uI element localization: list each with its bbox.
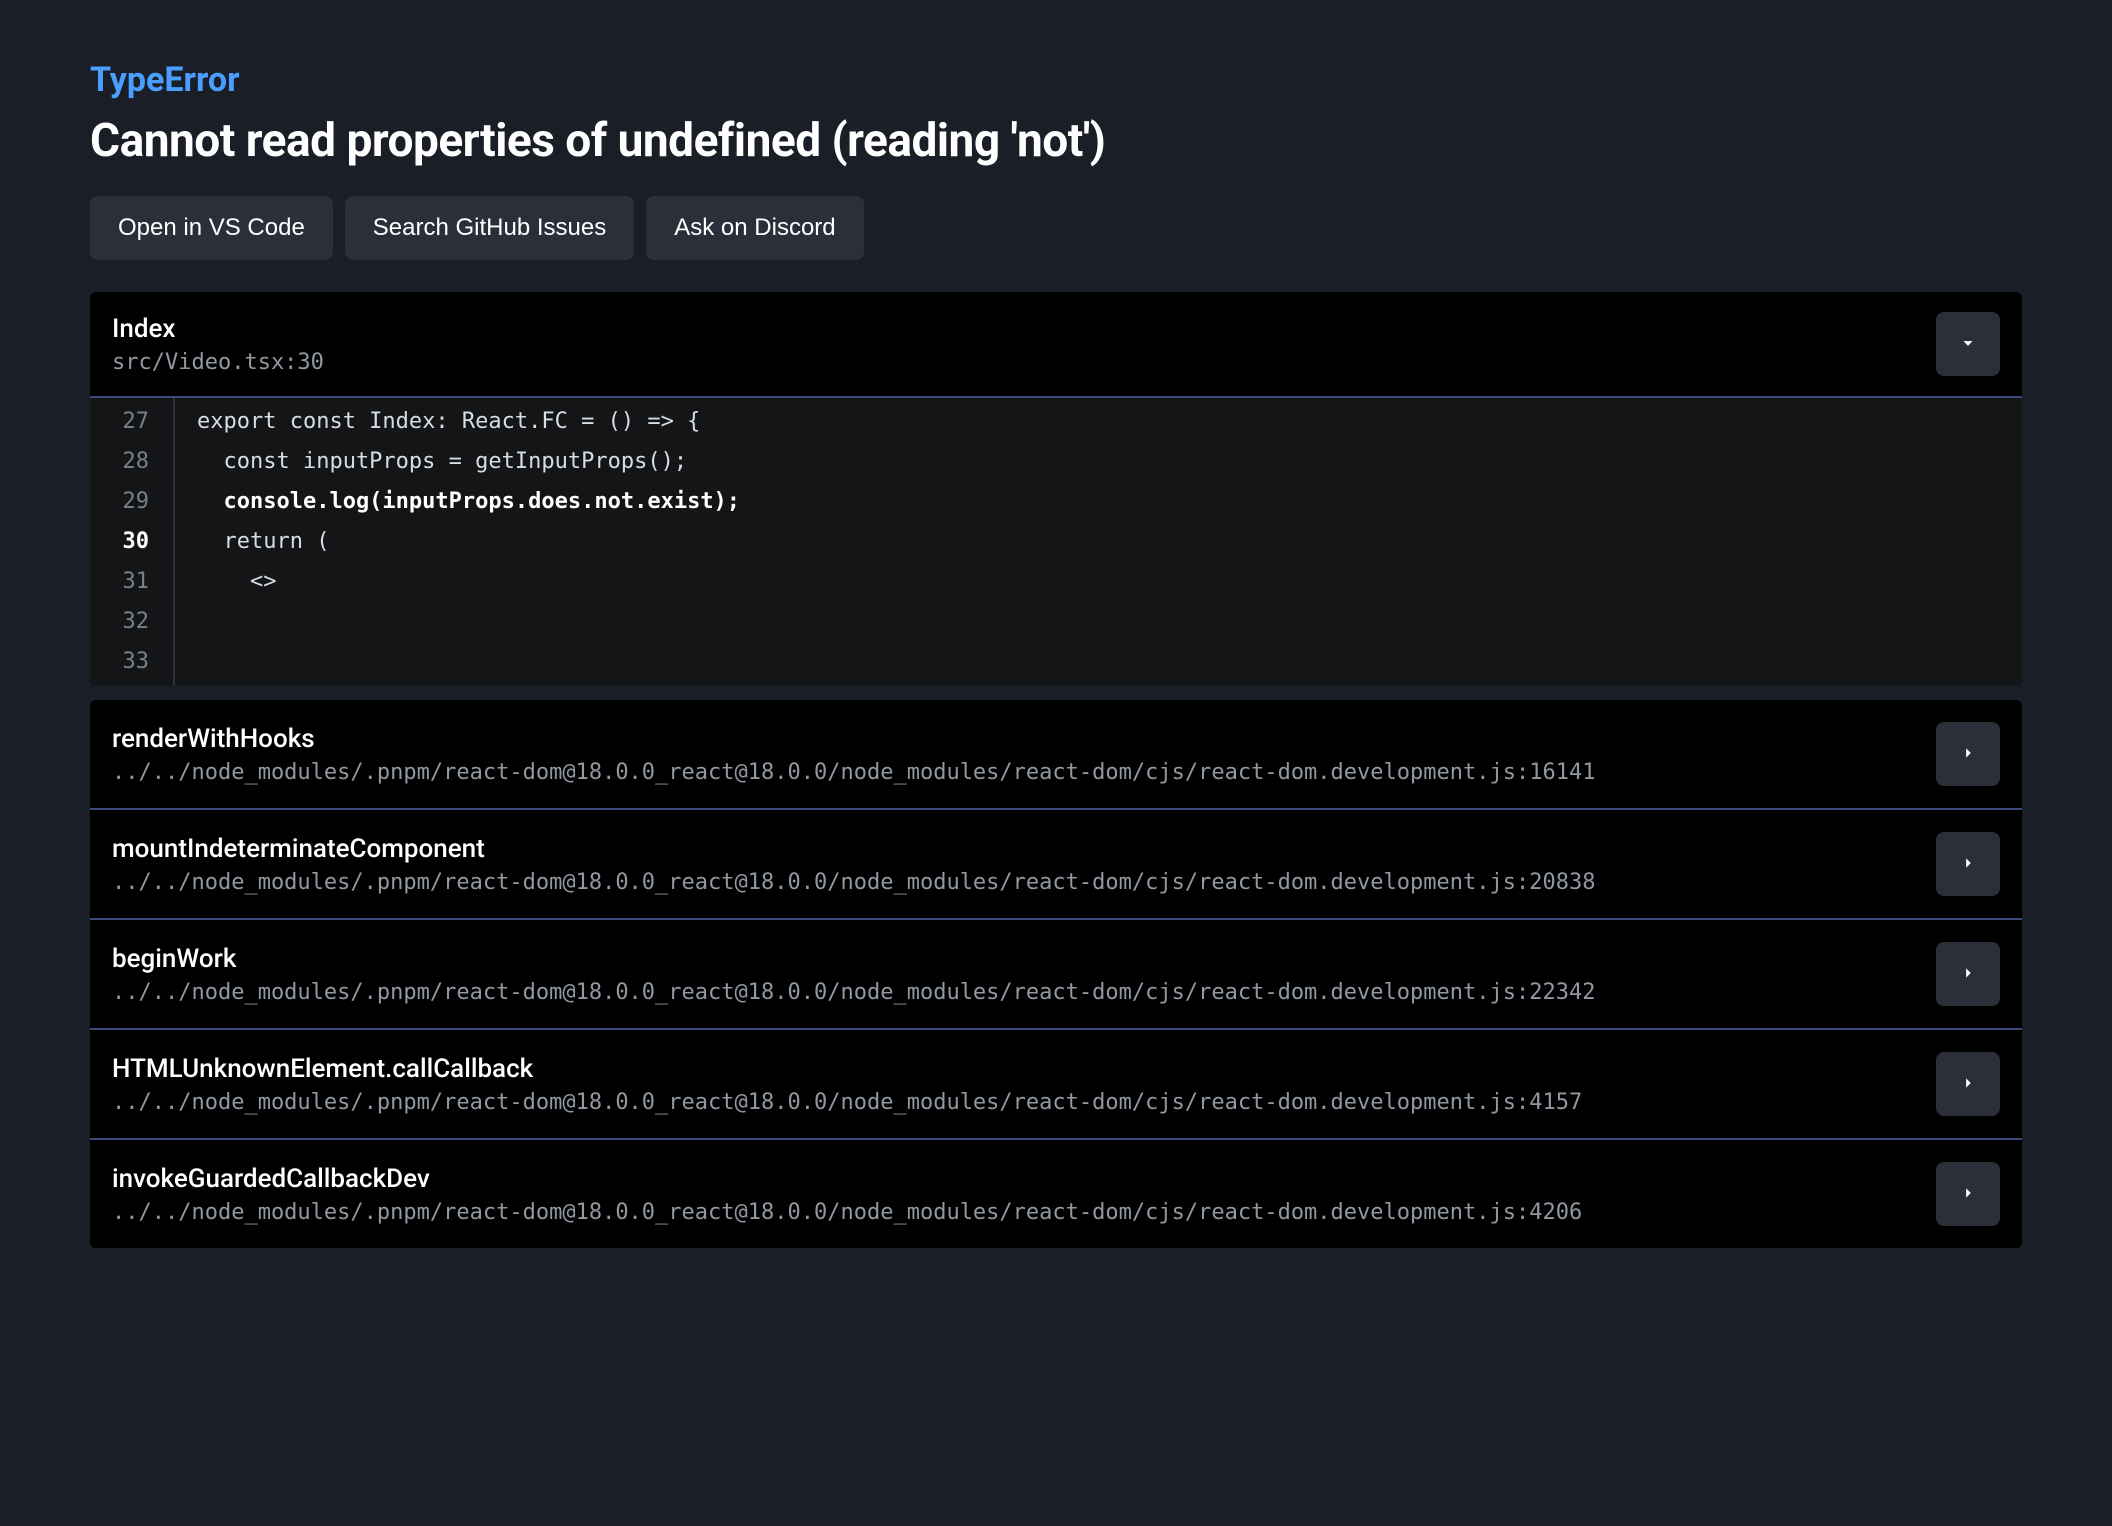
error-type: TypeError bbox=[90, 60, 2022, 100]
frame-info: renderWithHooks ../../node_modules/.pnpm/… bbox=[112, 724, 1918, 785]
frame-title: renderWithHooks bbox=[112, 724, 1918, 754]
code-line: const inputProps = getInputProps(); bbox=[175, 442, 2022, 482]
collapse-button[interactable] bbox=[1936, 312, 2000, 376]
stack-frame-expanded: Index src/Video.tsx:30 27282930313233 ex… bbox=[90, 292, 2022, 686]
error-message: Cannot read properties of undefined (rea… bbox=[90, 114, 2022, 168]
caret-right-icon bbox=[1957, 852, 1979, 877]
frame-path: ../../node_modules/.pnpm/react-dom@18.0.… bbox=[112, 760, 1918, 785]
frame-info: HTMLUnknownElement.callCallback ../../nod… bbox=[112, 1054, 1918, 1115]
frame-title: beginWork bbox=[112, 944, 1918, 974]
expand-button[interactable] bbox=[1936, 722, 2000, 786]
line-number: 28 bbox=[90, 442, 159, 482]
frame-header: Index src/Video.tsx:30 bbox=[90, 292, 2022, 396]
caret-right-icon bbox=[1957, 1072, 1979, 1097]
caret-right-icon bbox=[1957, 962, 1979, 987]
caret-right-icon bbox=[1957, 742, 1979, 767]
line-number: 27 bbox=[90, 402, 159, 442]
stack-frame: beginWork ../../node_modules/.pnpm/react-… bbox=[90, 920, 2022, 1030]
code-lines: export const Index: React.FC = () => { c… bbox=[175, 398, 2022, 686]
expand-button[interactable] bbox=[1936, 1052, 2000, 1116]
expand-button[interactable] bbox=[1936, 942, 2000, 1006]
frame-header: renderWithHooks ../../node_modules/.pnpm/… bbox=[90, 700, 2022, 808]
caret-down-icon bbox=[1957, 332, 1979, 357]
line-number: 30 bbox=[90, 522, 159, 562]
code-line: export const Index: React.FC = () => { bbox=[175, 402, 2022, 442]
frame-info: beginWork ../../node_modules/.pnpm/react-… bbox=[112, 944, 1918, 1005]
frame-title: mountIndeterminateComponent bbox=[112, 834, 1918, 864]
frame-path: ../../node_modules/.pnpm/react-dom@18.0.… bbox=[112, 980, 1918, 1005]
frame-info: Index src/Video.tsx:30 bbox=[112, 314, 1918, 375]
code-block: 27282930313233 export const Index: React… bbox=[90, 398, 2022, 686]
search-github-button[interactable]: Search GitHub Issues bbox=[345, 196, 634, 260]
stack-frame: mountIndeterminateComponent ../../node_mo… bbox=[90, 810, 2022, 920]
frame-header: HTMLUnknownElement.callCallback ../../nod… bbox=[90, 1030, 2022, 1138]
frame-info: invokeGuardedCallbackDev ../../node_modul… bbox=[112, 1164, 1918, 1225]
stack-list: renderWithHooks ../../node_modules/.pnpm/… bbox=[90, 700, 2022, 1248]
frame-path: ../../node_modules/.pnpm/react-dom@18.0.… bbox=[112, 1090, 1918, 1115]
line-number: 32 bbox=[90, 602, 159, 642]
code-line: console.log(inputProps.does.not.exist); bbox=[175, 482, 2022, 522]
frame-path: ../../node_modules/.pnpm/react-dom@18.0.… bbox=[112, 870, 1918, 895]
frame-title: invokeGuardedCallbackDev bbox=[112, 1164, 1918, 1194]
stack-frame: invokeGuardedCallbackDev ../../node_modul… bbox=[90, 1140, 2022, 1248]
ask-discord-button[interactable]: Ask on Discord bbox=[646, 196, 863, 260]
line-numbers: 27282930313233 bbox=[90, 398, 175, 686]
frame-title: Index bbox=[112, 314, 1918, 344]
frame-header: mountIndeterminateComponent ../../node_mo… bbox=[90, 810, 2022, 918]
expand-button[interactable] bbox=[1936, 832, 2000, 896]
code-line: return ( bbox=[175, 522, 2022, 562]
frame-path: ../../node_modules/.pnpm/react-dom@18.0.… bbox=[112, 1200, 1918, 1225]
line-number: 31 bbox=[90, 562, 159, 602]
line-number: 33 bbox=[90, 642, 159, 682]
caret-right-icon bbox=[1957, 1182, 1979, 1207]
frame-header: invokeGuardedCallbackDev ../../node_modul… bbox=[90, 1140, 2022, 1248]
frame-path: src/Video.tsx:30 bbox=[112, 350, 1918, 375]
frame-info: mountIndeterminateComponent ../../node_mo… bbox=[112, 834, 1918, 895]
code-preview: 27282930313233 export const Index: React… bbox=[90, 396, 2022, 686]
line-number: 29 bbox=[90, 482, 159, 522]
stack-frame: HTMLUnknownElement.callCallback ../../nod… bbox=[90, 1030, 2022, 1140]
code-line: <> bbox=[175, 562, 2022, 602]
frame-header: beginWork ../../node_modules/.pnpm/react-… bbox=[90, 920, 2022, 1028]
expand-button[interactable] bbox=[1936, 1162, 2000, 1226]
frame-title: HTMLUnknownElement.callCallback bbox=[112, 1054, 1918, 1084]
open-vscode-button[interactable]: Open in VS Code bbox=[90, 196, 333, 260]
stack-frame: renderWithHooks ../../node_modules/.pnpm/… bbox=[90, 700, 2022, 810]
action-buttons: Open in VS Code Search GitHub Issues Ask… bbox=[90, 196, 2022, 260]
